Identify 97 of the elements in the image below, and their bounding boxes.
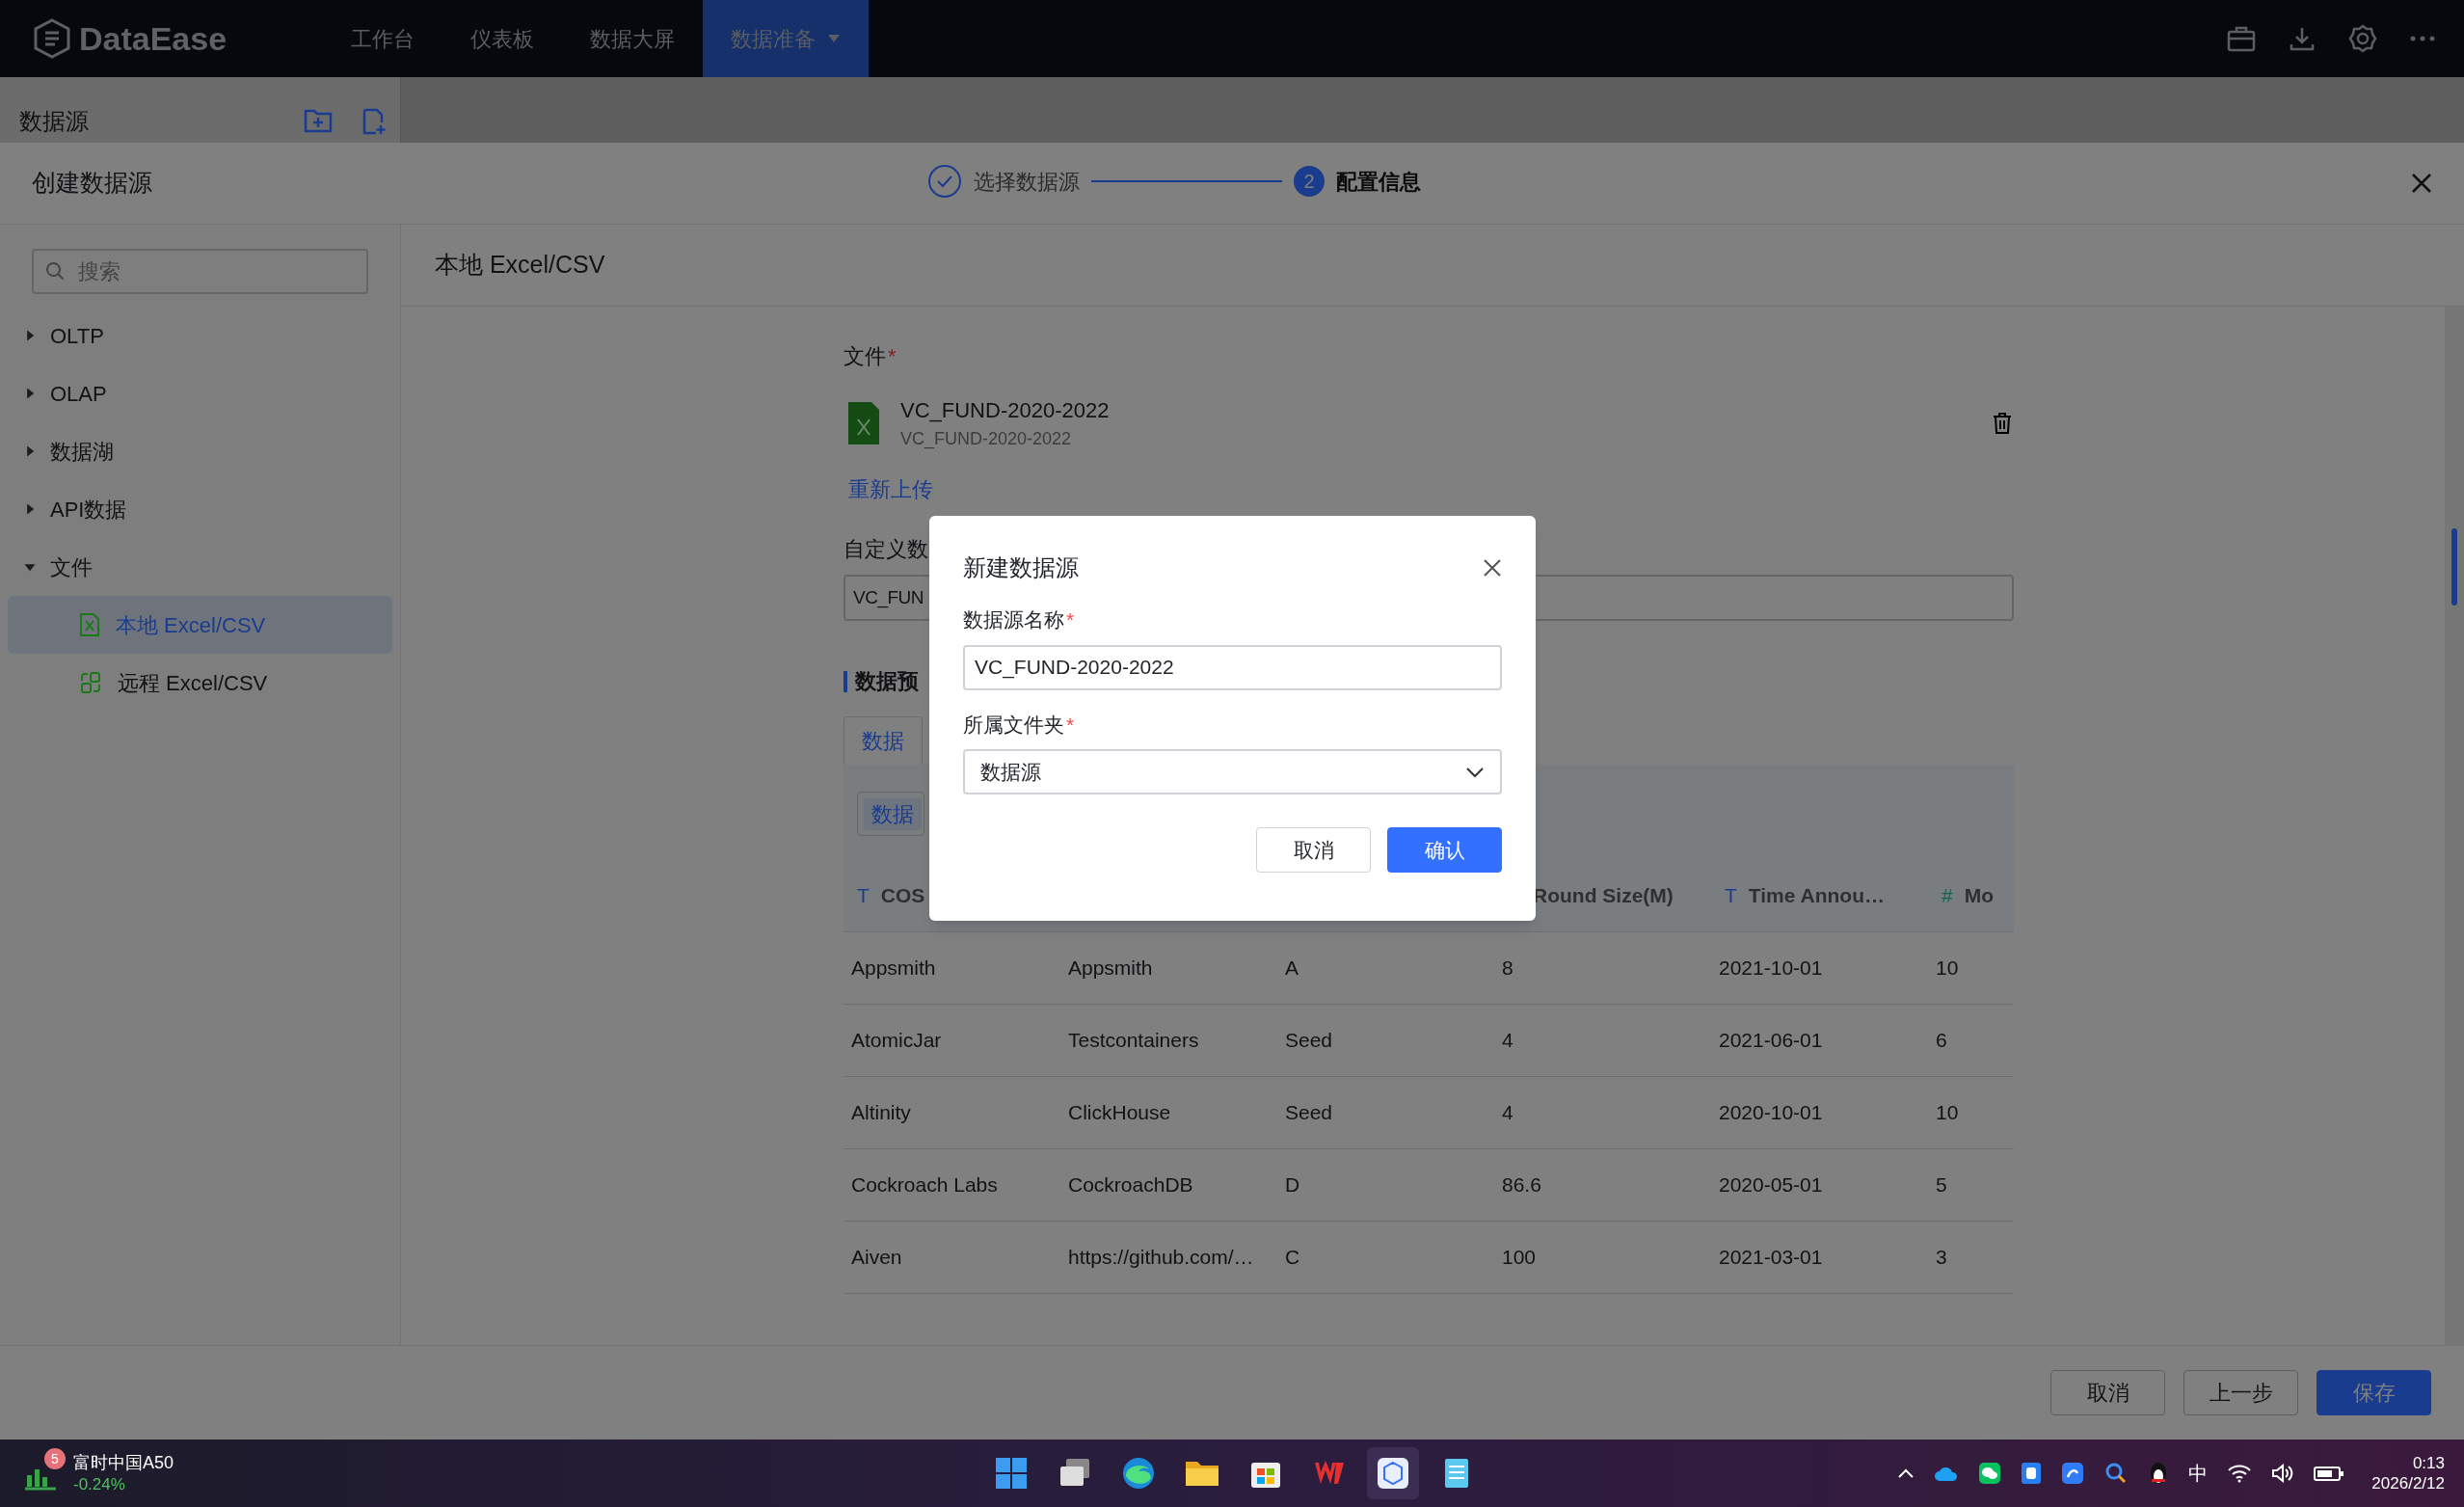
folder-select[interactable]: 数据源 (963, 749, 1502, 794)
table-cell-text: 2020-05-01 (1718, 1172, 1824, 1198)
drawer-title: 创建数据源 (32, 168, 152, 199)
nav-tab[interactable]: 数据大屏 (562, 0, 703, 77)
table-cell-text: 4 (1501, 1028, 1514, 1054)
reupload-link[interactable]: 重新上传 (848, 473, 933, 505)
table-cell-text: 100 (1501, 1245, 1538, 1271)
section-title: 数据预 (855, 668, 919, 695)
table-cell-text: AtomicJar (850, 1028, 943, 1054)
hexagon-app-icon (1377, 1457, 1409, 1490)
step-label: 配置信息 (1336, 168, 1421, 196)
tree-item[interactable]: OLTP (0, 307, 400, 364)
logo-text: DataEase (79, 18, 228, 59)
table-cell-text: Seed (1284, 1100, 1334, 1126)
chevron-up-icon[interactable] (1897, 1467, 1915, 1479)
more-icon[interactable] (2410, 36, 2435, 41)
close-icon[interactable] (2411, 173, 2432, 194)
table-cell-text: 2021-10-01 (1718, 955, 1824, 982)
nav-tab[interactable]: 仪表板 (442, 0, 562, 77)
button[interactable]: 取消 (1256, 827, 1371, 873)
type-icon: T (857, 880, 870, 911)
clock-date[interactable]: 2026/2/12 (2371, 1473, 2445, 1494)
table-cell-text: Altinity (850, 1100, 912, 1126)
column-header: # Mo (1928, 880, 1998, 911)
clock-time[interactable]: 0:13 (2412, 1452, 2445, 1473)
column-header: T Time Annou… (1711, 880, 1928, 911)
tree-item[interactable]: 远程 Excel/CSV (8, 654, 392, 712)
table-cell-text: D (1284, 1172, 1301, 1198)
widget-change: -0.24% (73, 1473, 126, 1494)
search-icon (45, 261, 65, 281)
sync-grid-icon (79, 671, 102, 694)
table-cell-text: Appsmith (850, 955, 937, 982)
field-label: 所属文件夹* (963, 712, 1075, 738)
chevron-down-icon (1465, 766, 1485, 778)
table-cell-text: Seed (1284, 1028, 1334, 1054)
tree-item[interactable]: API数据 (0, 480, 400, 538)
speaker-icon[interactable] (2271, 1464, 2295, 1483)
table-cell-text: CockroachDB (1067, 1172, 1194, 1198)
nav-tab[interactable]: 工作台 (323, 0, 442, 77)
table-cell-text: Aiven (850, 1245, 903, 1271)
swirl-app-icon[interactable] (2061, 1462, 2085, 1485)
table-cell-text: Testcontainers (1067, 1028, 1200, 1054)
table-cell-text: 8 (1501, 955, 1514, 982)
table-cell-text: 5 (1935, 1172, 1948, 1198)
step-number: 2 (1294, 166, 1325, 197)
table-cell-text: 2020-10-01 (1718, 1100, 1824, 1126)
tree-item[interactable]: 数据湖 (0, 422, 400, 480)
side-title: 数据源 (19, 107, 89, 136)
table-cell-text: 10 (1935, 955, 1960, 982)
table-cell-text: https://github.com/… (1067, 1245, 1255, 1271)
button[interactable]: 确认 (1387, 827, 1502, 873)
d-app-icon[interactable] (2021, 1462, 2043, 1485)
wifi-icon[interactable] (2227, 1464, 2253, 1483)
briefcase-icon[interactable] (2227, 25, 2256, 52)
ime-indicator[interactable]: 中 (2188, 1459, 2209, 1488)
field-label: 自定义数 (844, 536, 928, 563)
logo-icon (33, 18, 71, 59)
active-app-tile[interactable] (1367, 1447, 1419, 1499)
table-cell-text: Appsmith (1067, 955, 1154, 982)
type-icon: T (1725, 880, 1737, 911)
button[interactable]: 上一步 (2183, 1370, 2298, 1415)
table-cell-text: Cockroach Labs (850, 1172, 999, 1198)
chat-icon[interactable] (1978, 1462, 2002, 1485)
table-cell-text: 2021-03-01 (1718, 1245, 1824, 1271)
dialog-title: 新建数据源 (963, 553, 1079, 582)
trash-icon[interactable] (1993, 413, 2012, 434)
table-cell-text: ClickHouse (1067, 1100, 1172, 1126)
table-cell-text: C (1284, 1245, 1301, 1271)
notification-badge: 5 (44, 1448, 66, 1469)
table-cell-text: 6 (1935, 1028, 1948, 1054)
file-path: VC_FUND-2020-2022 (900, 428, 1073, 451)
battery-icon[interactable] (2314, 1465, 2345, 1482)
table-cell-text: A (1284, 955, 1299, 982)
tree-item[interactable]: OLAP (0, 364, 400, 422)
type-icon: # (1942, 880, 1953, 911)
close-icon[interactable] (1483, 558, 1502, 578)
download-icon[interactable] (2289, 25, 2316, 52)
widget-title: 富时中国A50 (73, 1452, 174, 1474)
field-label: 数据源名称* (963, 607, 1075, 632)
step-label: 选择数据源 (974, 168, 1080, 196)
field-label: 文件* (844, 342, 897, 370)
name-input[interactable]: VC_FUND-2020-2022 (963, 644, 1502, 690)
button[interactable]: 取消 (2050, 1370, 2165, 1415)
table-cell-text: 2021-06-01 (1718, 1028, 1824, 1054)
table-cell-text: 86.6 (1501, 1172, 1542, 1198)
file-name: VC_FUND-2020-2022 (900, 397, 1110, 424)
table-cell-text: 10 (1935, 1100, 1960, 1126)
tree-item[interactable]: 文件 (0, 538, 400, 596)
table-cell-text: 4 (1501, 1100, 1514, 1126)
button[interactable]: 保存 (2317, 1370, 2431, 1415)
spreadsheet-file-icon (848, 402, 879, 444)
search-field[interactable]: 搜索 (32, 249, 368, 294)
spreadsheet-icon (79, 613, 100, 636)
table-cell-text: 3 (1935, 1245, 1948, 1271)
content-title: 本地 Excel/CSV (435, 250, 605, 281)
settings-icon[interactable] (2348, 24, 2377, 53)
cloud-icon[interactable] (1934, 1465, 1960, 1482)
